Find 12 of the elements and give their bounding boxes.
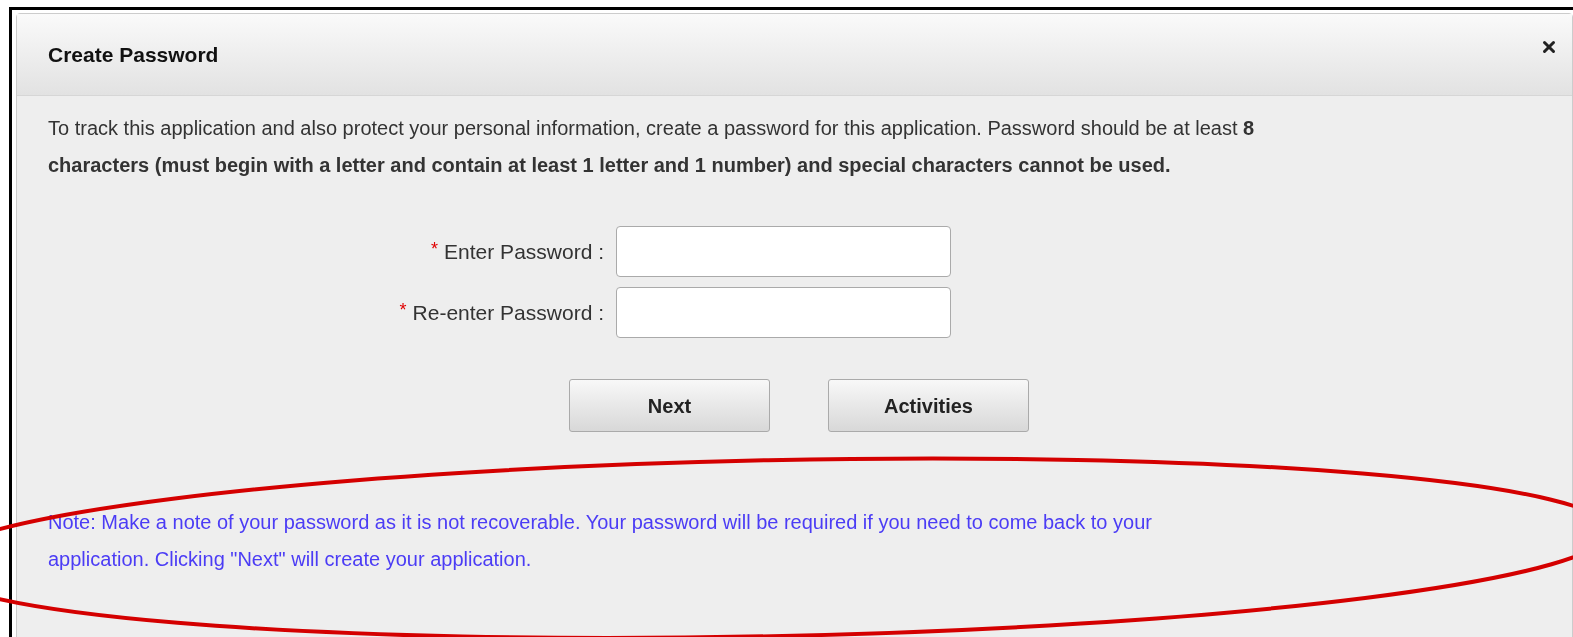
password-field[interactable] [616,226,951,277]
action-button[interactable]: Activities [828,379,1029,432]
instructions-text: To track this application and also protect your personal information, create a password for this application. Password should be at least 8 characters (must begin with a letter and contain at least 1 letter and 1 number) and special characters cannot be used. [48,116,1256,178]
close-icon [1540,38,1558,56]
action-button[interactable]: Next [569,379,770,432]
required-marker: * [431,237,439,261]
close-button[interactable] [1540,38,1558,56]
required-marker: * [399,298,407,322]
dialog-title: Create Password [48,41,219,68]
field-label: Enter Password : [444,238,604,265]
password-field[interactable] [616,287,951,338]
field-label: Re-enter Password : [412,299,604,326]
